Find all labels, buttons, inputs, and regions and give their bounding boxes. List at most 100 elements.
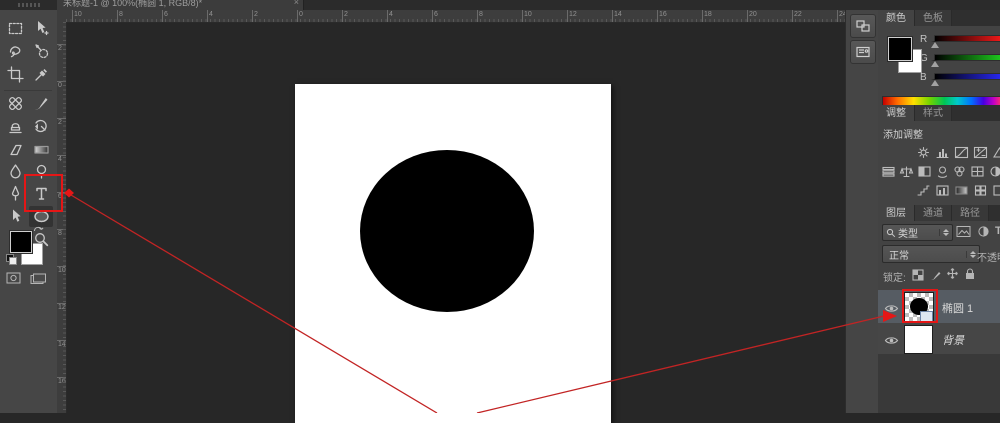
layer-filter-kind-label: 类型 <box>898 225 918 240</box>
layers-empty-area <box>878 354 1000 413</box>
curves-icon[interactable] <box>953 145 970 160</box>
blue-slider-thumb[interactable] <box>931 79 939 86</box>
hue-saturation-icon[interactable] <box>881 164 897 179</box>
crop-tool[interactable] <box>3 64 27 85</box>
filter-pixel-layers-icon[interactable] <box>956 225 971 243</box>
opacity-label: 不透明 <box>977 249 1000 264</box>
red-slider-thumb[interactable] <box>931 41 939 48</box>
swap-colors-icon[interactable] <box>33 224 45 234</box>
ruler-number: 10 <box>58 267 66 274</box>
search-icon <box>886 228 896 238</box>
dodge-tool[interactable] <box>29 161 53 182</box>
ruler-number: 14 <box>614 11 622 18</box>
tab-channels[interactable]: 通道 <box>915 205 952 221</box>
black-white-icon[interactable] <box>916 164 932 179</box>
ruler-number: 4 <box>389 11 393 18</box>
collapsed-panel-button-2[interactable] <box>850 40 876 64</box>
path-selection-tool[interactable] <box>3 206 27 227</box>
lock-pixels-icon[interactable] <box>930 268 942 286</box>
type-tool[interactable] <box>29 183 53 204</box>
foreground-color-swatch[interactable] <box>10 231 32 253</box>
default-colors-icon[interactable] <box>6 254 16 264</box>
blur-tool[interactable] <box>3 161 27 182</box>
extra-adjustment-icon[interactable] <box>991 183 1000 198</box>
color-lookup-icon[interactable] <box>970 164 986 179</box>
blue-slider-bar[interactable] <box>934 73 1000 80</box>
layer-thumbnail-background[interactable] <box>904 325 933 354</box>
ruler-number: 8 <box>479 11 483 18</box>
threshold-icon[interactable] <box>934 183 951 198</box>
selective-color-icon[interactable] <box>972 183 989 198</box>
panel-foreground-swatch[interactable] <box>888 37 912 61</box>
quick-mask-mode-button[interactable] <box>6 272 21 284</box>
adjustment-icon-row-2 <box>878 164 1000 181</box>
ruler-number: 2 <box>254 11 258 18</box>
brush-tool[interactable] <box>29 93 53 114</box>
visibility-eye-icon[interactable] <box>884 301 899 312</box>
visibility-eye-icon[interactable] <box>884 333 899 344</box>
green-slider-bar[interactable] <box>934 54 1000 61</box>
screen-mode-button[interactable] <box>30 273 46 285</box>
eyedropper-tool[interactable] <box>29 64 53 85</box>
dropdown-arrows-icon <box>939 229 952 236</box>
ruler-number: 0 <box>58 82 62 89</box>
rectangular-marquee-tool[interactable] <box>3 18 27 39</box>
posterize-icon[interactable] <box>915 183 932 198</box>
layer-name[interactable]: 椭圆 1 <box>942 300 973 316</box>
channel-mixer-icon[interactable] <box>952 164 968 179</box>
horizontal-ruler[interactable]: 108642024681012141618202224 <box>66 10 845 23</box>
filter-adjustment-layers-icon[interactable] <box>977 225 990 243</box>
layer-row-background[interactable]: 背景 <box>878 323 1000 355</box>
pen-tool[interactable] <box>3 183 27 204</box>
ruler-number: 4 <box>209 11 213 18</box>
lasso-tool[interactable] <box>3 41 27 62</box>
exposure-icon[interactable] <box>972 145 989 160</box>
panel-dock-strip <box>845 10 879 413</box>
tab-color[interactable]: 颜色 <box>878 10 915 26</box>
vertical-ruler[interactable]: 42024681012141618 <box>57 22 67 413</box>
tab-layers[interactable]: 图层 <box>878 205 915 221</box>
layer-filter-kind-dropdown[interactable]: 类型 <box>882 224 953 241</box>
blue-slider[interactable]: B <box>878 71 1000 85</box>
green-slider-thumb[interactable] <box>931 60 939 67</box>
invert-icon[interactable] <box>987 164 1000 179</box>
gradient-tool[interactable] <box>29 139 53 160</box>
lock-position-icon[interactable] <box>946 267 959 285</box>
history-brush-tool[interactable] <box>29 116 53 137</box>
tab-swatches[interactable]: 色板 <box>915 10 952 26</box>
tab-paths[interactable]: 路径 <box>952 205 989 221</box>
gradient-map-icon[interactable] <box>953 183 970 198</box>
ruler-number: 6 <box>58 193 62 200</box>
vibrance-icon[interactable] <box>991 145 1000 160</box>
collapsed-panel-button-1[interactable] <box>850 14 876 38</box>
add-adjustment-label: 添加调整 <box>883 126 923 141</box>
quick-selection-tool[interactable] <box>29 41 53 62</box>
blend-mode-dropdown[interactable]: 正常 <box>882 245 980 263</box>
brightness-contrast-icon[interactable] <box>915 145 932 160</box>
close-icon[interactable]: × <box>294 0 299 7</box>
tab-styles[interactable]: 样式 <box>915 105 952 121</box>
tab-adjustments[interactable]: 调整 <box>878 105 915 121</box>
ruler-number: 16 <box>58 378 66 385</box>
layer-name[interactable]: 背景 <box>942 332 964 348</box>
ruler-number: 16 <box>659 11 667 18</box>
ruler-number: 22 <box>794 11 802 18</box>
document-canvas[interactable] <box>295 84 611 423</box>
toolbox-grip[interactable] <box>18 3 40 7</box>
ruler-number: 2 <box>58 45 62 52</box>
document-tab[interactable]: 未标题-1 @ 100%(椭圆 1, RGB/8)* × <box>57 0 304 10</box>
lock-transparency-icon[interactable] <box>912 268 924 286</box>
layer-thumbnail-ellipse[interactable] <box>904 292 934 322</box>
clone-stamp-tool[interactable] <box>3 116 27 137</box>
color-balance-icon[interactable] <box>899 164 915 179</box>
filter-type-layers-icon[interactable]: T <box>995 225 1000 237</box>
healing-brush-tool[interactable] <box>3 93 27 114</box>
photo-filter-icon[interactable] <box>934 164 950 179</box>
lock-all-icon[interactable] <box>964 267 976 285</box>
canvas-workspace[interactable]: 108642024681012141618202224 420246810121… <box>57 10 845 413</box>
eraser-tool[interactable] <box>3 139 27 160</box>
red-slider-bar[interactable] <box>934 35 1000 42</box>
levels-icon[interactable] <box>934 145 951 160</box>
move-tool[interactable] <box>29 18 53 39</box>
layer-row-ellipse-1[interactable]: 椭圆 1 <box>878 290 1000 324</box>
